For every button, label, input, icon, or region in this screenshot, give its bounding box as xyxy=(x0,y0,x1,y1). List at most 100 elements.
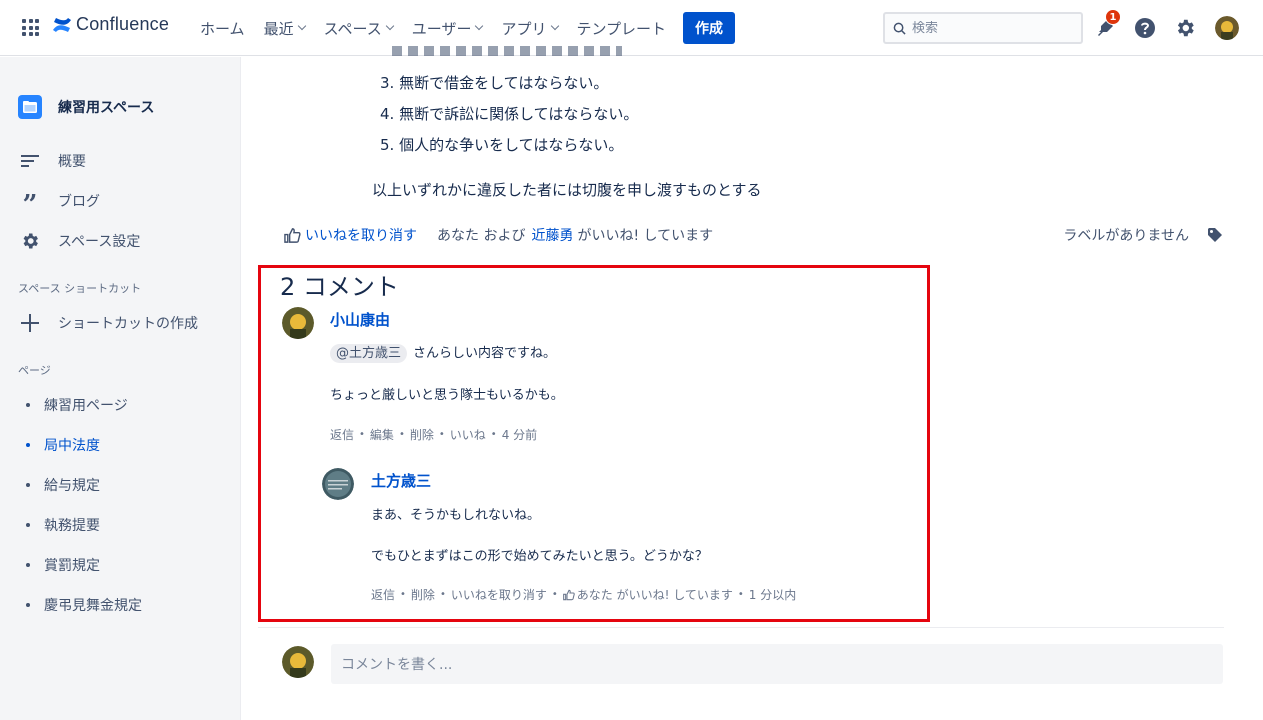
overview-icon xyxy=(20,151,40,171)
label-tag-icon[interactable] xyxy=(1207,227,1223,243)
unlike-link[interactable]: いいねを取り消す xyxy=(451,586,547,603)
chevron-down-icon xyxy=(550,21,559,31)
search-icon xyxy=(893,22,906,35)
nav-item[interactable]: 最近 xyxy=(264,18,306,39)
chevron-down-icon xyxy=(385,21,395,31)
nav-item-label: ユーザー xyxy=(411,19,472,38)
shortcuts-heading: スペース ショートカット xyxy=(18,282,142,295)
bullet-icon xyxy=(26,523,30,527)
confluence-logo[interactable]: Confluence xyxy=(52,14,169,35)
search-input[interactable] xyxy=(912,20,1062,36)
comment-text: でもひとまずはこの形で始めてみたいと思う。どうかな？ xyxy=(371,549,708,564)
comments-heading: 2 コメント xyxy=(280,273,399,301)
page-tree-label: 慶弔見舞金規定 xyxy=(44,598,142,614)
page-tree-label: 練習用ページ xyxy=(44,398,128,414)
page-tree-item[interactable]: 練習用ページ xyxy=(26,395,128,415)
list-item: 5. 個人的な争いをしてはならない。 xyxy=(380,136,624,154)
comment-line: @土方歳三 さんらしい内容ですね。 xyxy=(330,342,557,363)
help-button[interactable] xyxy=(1133,16,1157,40)
page-tree-item[interactable]: 給与規定 xyxy=(26,475,100,495)
nav-item-label: ホーム xyxy=(200,19,245,38)
chevron-down-icon xyxy=(297,21,306,31)
gear-icon xyxy=(1177,19,1194,37)
nav-item-label: スペース xyxy=(323,19,382,38)
sidebar-item-label: スペース設定 xyxy=(58,234,141,250)
sidebar-item-overview[interactable]: 概要 xyxy=(20,151,86,171)
clipped-list-item xyxy=(392,46,632,56)
like-text-prefix: あなた および xyxy=(437,228,526,244)
sidebar-item-label: 概要 xyxy=(58,154,86,170)
list-item: 4. 無断で訴訟に関係してはならない。 xyxy=(380,105,639,123)
comment-avatar[interactable] xyxy=(282,307,314,339)
page-tree-label: 局中法度 xyxy=(44,438,100,454)
reply-link[interactable]: 返信 xyxy=(371,586,395,603)
sidebar-item-label: ブログ xyxy=(58,194,100,210)
page-tree-item[interactable]: 執務提要 xyxy=(26,515,100,535)
nav-item[interactable]: ホーム xyxy=(200,18,245,39)
space-header[interactable]: 練習用スペース xyxy=(18,95,154,119)
notifications-button[interactable]: 1 xyxy=(1093,9,1121,40)
help-icon xyxy=(1135,18,1155,38)
plus-icon xyxy=(20,313,40,333)
search-box[interactable] xyxy=(883,12,1083,44)
labels-area: ラベルがありません xyxy=(1063,225,1223,245)
create-shortcut-button[interactable]: ショートカットの作成 xyxy=(20,313,198,333)
delete-link[interactable]: 削除 xyxy=(410,426,434,443)
page-tree-item[interactable]: 賞罰規定 xyxy=(26,555,100,575)
write-comment-input[interactable]: コメントを書く... xyxy=(331,644,1223,684)
like-text-suffix: がいいね! しています xyxy=(577,228,714,244)
profile-avatar[interactable] xyxy=(1215,16,1239,40)
page-tree-label: 賞罰規定 xyxy=(44,558,100,574)
app-switcher-icon[interactable] xyxy=(22,19,39,36)
reply-link[interactable]: 返信 xyxy=(330,426,354,443)
sidebar-item-blog[interactable]: ” ブログ xyxy=(20,190,100,220)
current-user-avatar xyxy=(282,646,314,678)
space-name: 練習用スペース xyxy=(58,100,155,116)
bullet-icon xyxy=(26,403,30,407)
page-tree-item[interactable]: 慶弔見舞金規定 xyxy=(26,595,142,615)
thumbs-up-icon xyxy=(562,589,575,600)
gear-icon xyxy=(20,231,40,251)
edit-link[interactable]: 編集 xyxy=(370,426,394,443)
comment-author[interactable]: 土方歳三 xyxy=(371,470,431,491)
unlike-link[interactable]: いいねを取り消す xyxy=(305,225,417,245)
body-paragraph: 以上いずれかに違反した者には切腹を申し渡すものとする xyxy=(372,181,762,199)
nav-item[interactable]: スペース xyxy=(323,18,395,39)
list-item: 3. 無断で借金をしてはならない。 xyxy=(380,74,609,92)
comment-timestamp[interactable]: 4 分前 xyxy=(502,426,537,443)
like-status[interactable]: あなた がいいね! しています xyxy=(577,586,733,603)
comment-text: さんらしい内容ですね。 xyxy=(413,346,557,361)
nav-item-label: アプリ xyxy=(501,19,547,38)
notification-badge: 1 xyxy=(1105,9,1121,25)
comment-avatar[interactable] xyxy=(322,468,354,500)
pages-heading: ページ xyxy=(18,364,51,377)
sidebar-item-space-settings[interactable]: スペース設定 xyxy=(20,231,140,251)
bullet-icon xyxy=(26,483,30,487)
like-bar: いいねを取り消す あなた および 近藤勇 がいいね! しています xyxy=(284,225,713,245)
delete-link[interactable]: 削除 xyxy=(411,586,435,603)
create-shortcut-label: ショートカットの作成 xyxy=(58,316,198,332)
nav-item[interactable]: テンプレート xyxy=(577,18,667,39)
like-link[interactable]: いいね xyxy=(450,426,486,443)
bullet-icon xyxy=(26,603,30,607)
bullet-icon xyxy=(26,443,30,447)
nav-item[interactable]: ユーザー xyxy=(411,18,484,39)
bullet-icon xyxy=(26,563,30,567)
space-sidebar: 練習用スペース 概要 ” ブログ スペース設定 スペース ショートカット ショー… xyxy=(0,57,241,720)
page-tree-label: 給与規定 xyxy=(44,478,100,494)
comment-timestamp[interactable]: 1 分以内 xyxy=(749,586,796,603)
comment-text: まあ、そうかもしれないね。 xyxy=(371,508,541,523)
main-content: 3. 無断で借金をしてはならない。 4. 無断で訴訟に関係してはならない。 5.… xyxy=(242,46,1263,720)
confluence-logo-icon xyxy=(53,17,71,32)
comment-text: ちょっと厳しいと思う隊士もいるかも。 xyxy=(330,388,564,403)
nav-item[interactable]: アプリ xyxy=(501,18,559,39)
mention-chip[interactable]: @土方歳三 xyxy=(330,344,408,363)
like-user-link[interactable]: 近藤勇 xyxy=(531,225,573,245)
create-button[interactable]: 作成 xyxy=(683,12,735,44)
comment-author[interactable]: 小山康由 xyxy=(330,309,390,330)
brand-name: Confluence xyxy=(76,14,170,34)
page-tree-label: 執務提要 xyxy=(44,518,100,534)
settings-button[interactable] xyxy=(1173,16,1197,40)
page-tree-item[interactable]: 局中法度 xyxy=(26,435,100,455)
quote-icon: ” xyxy=(22,190,38,220)
